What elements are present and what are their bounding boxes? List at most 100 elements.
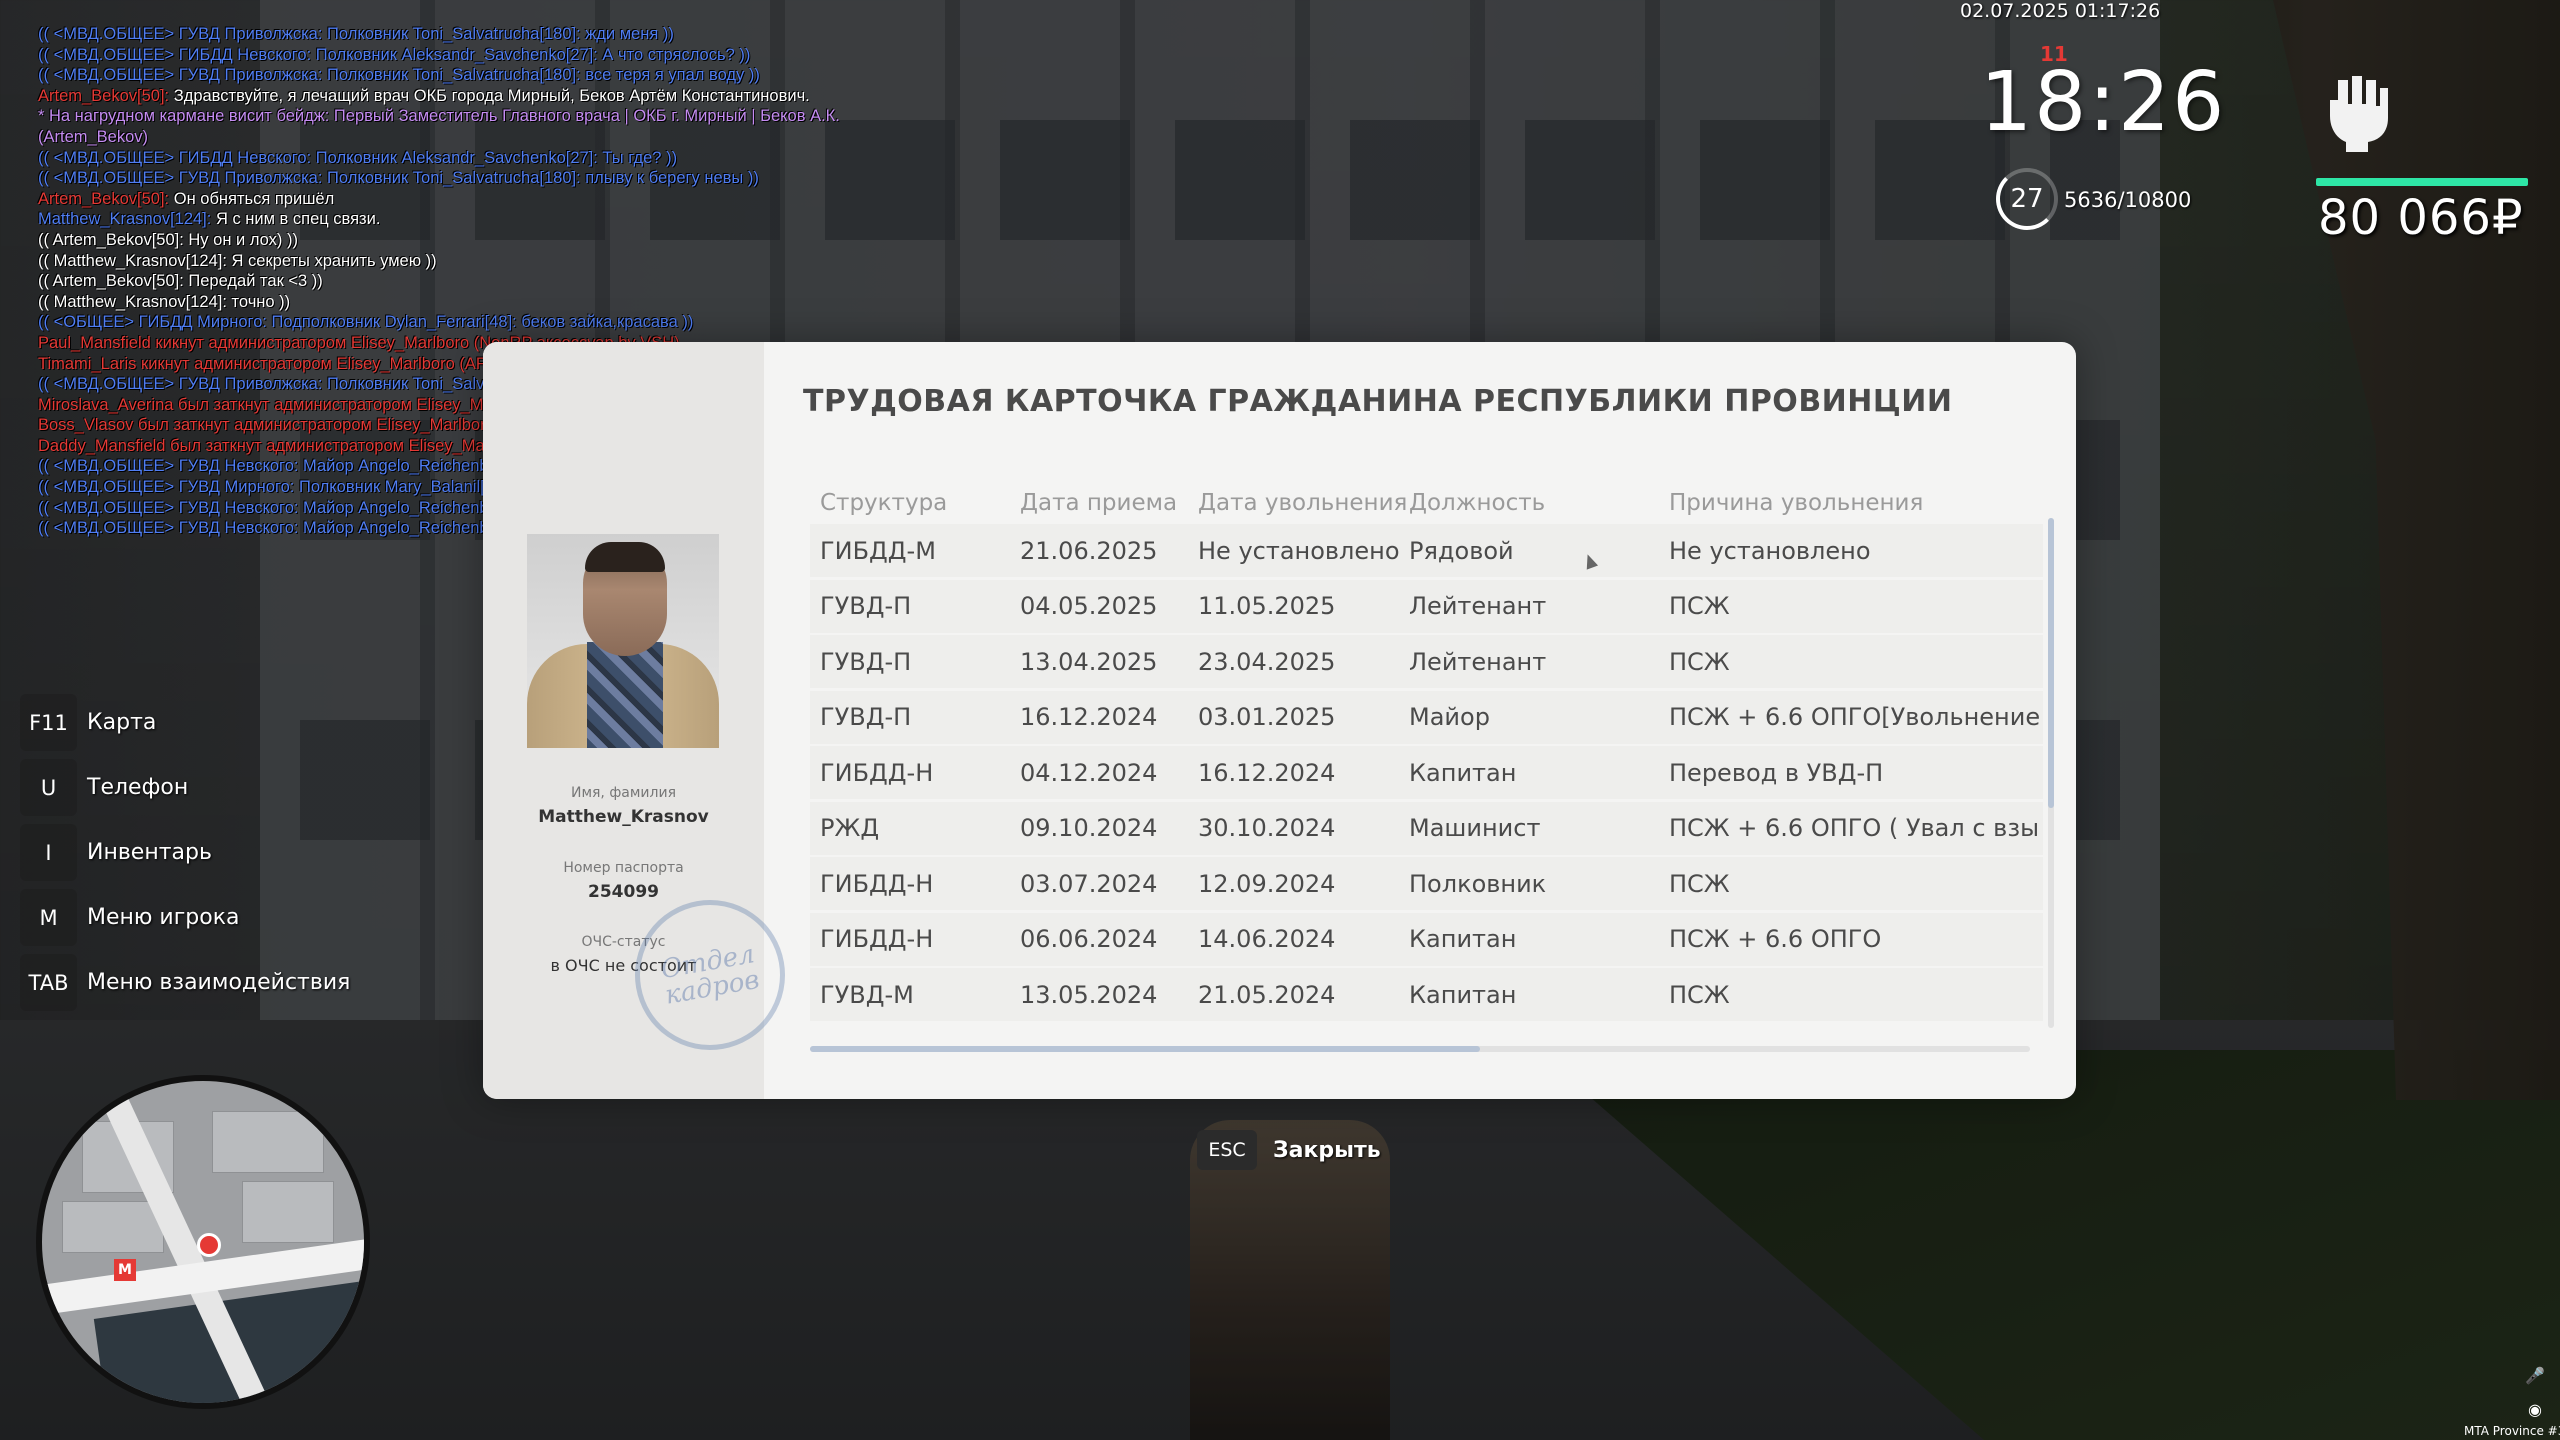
chat-message: Здравствуйте, я лечащий врач ОКБ города … — [169, 86, 810, 105]
esc-key[interactable]: ESC — [1197, 1130, 1257, 1170]
keybind-hints: F11 Карта U Телефон I Инвентарь M Меню игрока TA… — [20, 690, 350, 1015]
table-cell: Лейтенант — [1409, 647, 1547, 676]
table-cell: ПСЖ + 6.6 ОПГО — [1669, 925, 1882, 953]
chat-line: (( <МВД.ОБЩЕЕ> ГИБДД Невского: Полковник… — [38, 45, 751, 64]
table-cell: 30.10.2024 — [1198, 814, 1336, 842]
fist-icon — [2330, 76, 2388, 152]
key-label[interactable]: Инвентарь — [87, 840, 212, 865]
chat-sender: Matthew_Krasnov[124]: — [38, 210, 212, 229]
table-cell: Капитан — [1409, 758, 1517, 787]
table-cell: ГИБДД-Н — [820, 758, 934, 787]
passport-number: 254099 — [588, 882, 659, 902]
table-cell: РЖД — [820, 814, 880, 842]
employment-card-modal: ТРУДОВАЯ КАРТОЧКА ГРАЖДАНИНА РЕСПУБЛИКИ … — [483, 342, 2076, 1099]
table-row: ГУВД-П 16.12.2024 03.01.2025 Майор ПСЖ + 6.6… — [810, 690, 2043, 744]
location-icon: ◉ — [2528, 1400, 2542, 1419]
citizen-name: Matthew_Krasnov — [538, 807, 709, 827]
keybind-f11[interactable]: F11 Карта — [20, 690, 350, 755]
table-row: ГИБДД-М 21.06.2025 Не установлено Рядовой Не… — [810, 524, 2043, 577]
chat-line: * На нагрудном кармане висит бейдж: Перв… — [38, 107, 840, 126]
table-cell: ПСЖ + 6.6 ОПГО ( Увал с взы — [1669, 814, 2040, 842]
table-cell: Перевод в УВД-П — [1669, 758, 1884, 787]
table-cell: 09.10.2024 — [1020, 814, 1158, 842]
chat-line: (( Matthew_Krasnov[124]: точно )) — [38, 292, 291, 311]
chat-sender: Artem_Bekov[50]: — [38, 189, 170, 208]
table-body[interactable]: ГИБДД-М 21.06.2025 Не установлено Рядовой Не… — [810, 524, 2043, 1021]
key-label[interactable]: Телефон — [87, 775, 188, 800]
horizontal-scrollbar[interactable] — [810, 1046, 2030, 1052]
key-cap[interactable]: TAB — [20, 954, 77, 1011]
key-cap[interactable]: U — [20, 759, 77, 816]
keybind-u[interactable]: U Телефон — [20, 755, 350, 820]
chat-line: Matthew_Krasnov[124]: Я с ним в спец свя… — [38, 209, 1038, 230]
chat-line: (( <МВД.ОБЩЕЕ> ГУВД Приволжска: Полковни… — [38, 169, 759, 188]
chat-sender: Artem_Bekov[50]: — [38, 86, 170, 105]
health-bar — [2316, 178, 2528, 186]
key-label[interactable]: Карта — [87, 710, 156, 735]
column-header: Структура — [820, 490, 948, 516]
map-block — [212, 1111, 324, 1173]
minimap: M — [36, 1075, 370, 1409]
close-button[interactable]: ESC Закрыть — [1197, 1130, 1381, 1170]
table-cell: 13.04.2025 — [1020, 647, 1158, 676]
table-cell: ГИБДД-Н — [820, 869, 934, 898]
chat-line: (Artem_Bekov) — [38, 127, 149, 146]
table-row: ГИБДД-Н 04.12.2024 16.12.2024 Капитан Перево… — [810, 746, 2043, 799]
table-cell: Рядовой — [1409, 536, 1514, 565]
keybind-m[interactable]: M Меню игрока — [20, 885, 350, 950]
key-label[interactable]: Меню игрока — [87, 905, 239, 930]
key-cap[interactable]: M — [20, 889, 77, 946]
chat-message: Я с ним в спец связи. — [211, 210, 381, 229]
key-cap[interactable]: F11 — [20, 694, 77, 751]
column-header: Причина увольнения — [1669, 490, 1924, 516]
table-cell: 03.01.2025 — [1198, 703, 1336, 731]
modal-title: ТРУДОВАЯ КАРТОЧКА ГРАЖДАНИНА РЕСПУБЛИКИ … — [803, 384, 1953, 419]
table-cell: ПСЖ — [1669, 592, 1730, 620]
table-cell: ГУВД-П — [820, 647, 912, 676]
hud-datetime: 02.07.2025 01:17:26 — [1960, 0, 2161, 22]
column-header: Дата приема — [1020, 490, 1178, 516]
map-block — [62, 1201, 164, 1253]
table-cell: 04.12.2024 — [1020, 758, 1158, 787]
scroll-thumb[interactable] — [2048, 518, 2054, 808]
table-cell: Машинист — [1409, 814, 1541, 842]
table-cell: 03.07.2024 — [1020, 869, 1158, 898]
close-label[interactable]: Закрыть — [1273, 1138, 1381, 1163]
chat-line: Artem_Bekov[50]: Он обняться пришёл — [38, 189, 1038, 210]
table-cell: Капитан — [1409, 925, 1517, 953]
table-cell: 06.06.2024 — [1020, 925, 1158, 953]
table-cell: 12.09.2024 — [1198, 869, 1336, 898]
table-cell: 16.12.2024 — [1020, 703, 1158, 731]
table-cell: 11.05.2025 — [1198, 592, 1336, 620]
table-cell: 13.05.2024 — [1020, 980, 1158, 1009]
table-cell: Не установлено — [1669, 536, 1871, 565]
key-label[interactable]: Меню взаимодействия — [87, 970, 350, 995]
hud-clock: 18:26 — [1980, 55, 2227, 150]
table-cell: ГИБДД-Н — [820, 925, 934, 953]
server-brand: MTA Province #3 — [2464, 1424, 2560, 1438]
keybind-i[interactable]: I Инвентарь — [20, 820, 350, 885]
table-cell: ПСЖ — [1669, 980, 1730, 1009]
table-cell: ПСЖ — [1669, 647, 1730, 676]
keybind-tab[interactable]: TAB Меню взаимодействия — [20, 950, 350, 1015]
table-row: РЖД 09.10.2024 30.10.2024 Машинист ПСЖ + 6.6… — [810, 801, 2043, 855]
chat-line: (( <МВД.ОБЩЕЕ> ГИБДД Невского: Полковник… — [38, 148, 678, 167]
map-block — [242, 1181, 334, 1243]
key-cap[interactable]: I — [20, 824, 77, 881]
table-cell: 14.06.2024 — [1198, 925, 1336, 953]
employment-table: Структура Дата приема Дата увольнения Должн… — [810, 482, 2043, 1024]
metro-icon: M — [114, 1259, 136, 1281]
citizen-photo — [527, 534, 719, 748]
passport-label: Номер паспорта — [563, 860, 684, 876]
scroll-thumb[interactable] — [810, 1046, 1480, 1052]
table-cell: Не установлено — [1198, 536, 1400, 565]
chat-line: (( <ОБЩЕЕ> ГИБДД Мирного: Подполковник D… — [38, 313, 694, 332]
chat-line: (( Artem_Bekov[50]: Ну он и лох) )) — [38, 230, 298, 249]
vertical-scrollbar[interactable] — [2048, 518, 2054, 1028]
chat-line: (( Artem_Bekov[50]: Передай так <3 )) — [38, 272, 323, 291]
table-cell: ГУВД-П — [820, 703, 912, 731]
xp-counter: 5636/10800 — [2064, 188, 2192, 212]
money-balance: 80 066₽ — [2318, 190, 2524, 246]
table-row: ГУВД-П 13.04.2025 23.04.2025 Лейтенант ПСЖ — [810, 635, 2043, 688]
table-cell: ГУВД-М — [820, 980, 914, 1009]
